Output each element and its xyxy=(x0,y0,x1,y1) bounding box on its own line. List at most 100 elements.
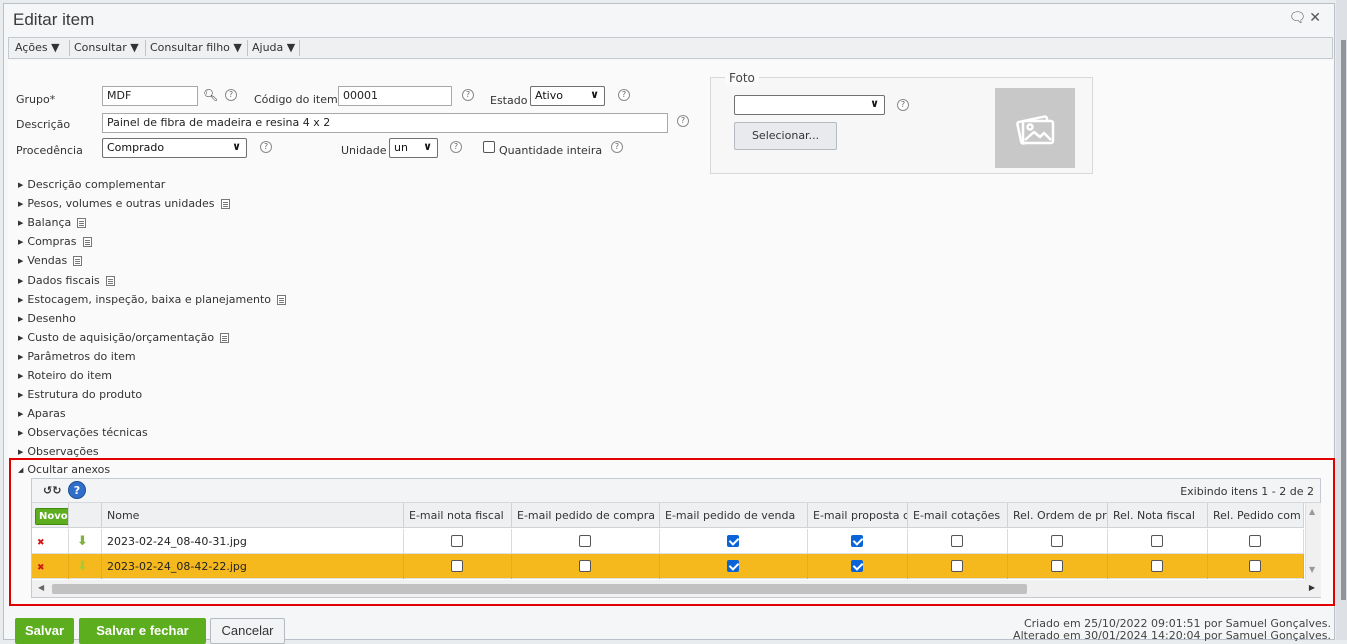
menu-consultar[interactable]: Consultar ▼ xyxy=(74,41,139,54)
menu-consultar-filho[interactable]: Consultar filho ▼ xyxy=(150,41,242,54)
salvar-fechar-button[interactable]: Salvar e fechar xyxy=(79,618,206,644)
document-icon[interactable] xyxy=(220,332,230,343)
help-icon[interactable]: ? xyxy=(260,141,272,153)
close-icon[interactable]: ✕ xyxy=(1309,10,1324,26)
foto-select[interactable]: ∨ xyxy=(734,95,885,115)
grid-horizontal-thumb[interactable] xyxy=(52,584,1027,594)
scroll-down-icon[interactable]: ▼ xyxy=(1309,565,1315,574)
section-toggle[interactable]: ▶ Observações xyxy=(18,445,99,458)
section-label: Estrutura do produto xyxy=(27,388,143,402)
row-checkbox[interactable] xyxy=(1051,560,1063,572)
download-arrow-icon[interactable]: ⬇ xyxy=(77,534,88,549)
help-icon[interactable]: ? xyxy=(897,99,909,111)
quantidade-inteira-checkbox[interactable] xyxy=(483,141,495,153)
section-toggle[interactable]: ▶ Compras xyxy=(18,235,92,248)
row-checkbox[interactable] xyxy=(951,535,963,547)
row-checkbox[interactable] xyxy=(951,560,963,572)
file-name-cell[interactable]: 2023-02-24_08-40-31.jpg xyxy=(102,529,404,554)
row-checkbox[interactable] xyxy=(451,560,463,572)
scroll-up-icon[interactable]: ▲ xyxy=(1309,507,1315,516)
section-toggle[interactable]: ▶ Vendas xyxy=(18,254,83,267)
section-toggle[interactable]: ▶ Pesos, volumes e outras unidades xyxy=(18,197,230,210)
triangle-right-icon: ▶ xyxy=(18,391,24,400)
codigo-input[interactable]: 00001 xyxy=(338,86,452,106)
section-toggle[interactable]: ▶ Estocagem, inspeção, baixa e planejamen… xyxy=(18,293,286,306)
section-toggle[interactable]: ▶ Roteiro do item xyxy=(18,369,112,382)
delete-icon[interactable]: ✖ xyxy=(37,538,45,548)
column-header[interactable]: E-mail nota fiscal xyxy=(404,503,512,528)
chat-icon[interactable]: 🗨︎ xyxy=(1288,10,1309,26)
document-icon[interactable] xyxy=(277,294,286,305)
section-toggle[interactable]: ▶ Custo de aquisição/orçamentação xyxy=(18,331,230,344)
help-icon[interactable]: ? xyxy=(618,89,630,101)
section-label: Desenho xyxy=(27,311,76,325)
section-toggle[interactable]: ▶ Desenho xyxy=(18,312,76,325)
row-checkbox[interactable] xyxy=(1249,535,1261,547)
image-placeholder-icon xyxy=(1016,115,1055,145)
column-header[interactable]: E-mail pedido de venda xyxy=(660,503,808,528)
row-checkbox[interactable] xyxy=(451,535,463,547)
download-arrow-icon[interactable]: ⬇ xyxy=(77,559,88,574)
cancelar-button[interactable]: Cancelar xyxy=(210,618,285,644)
section-toggle[interactable]: ▶ Descrição complementar xyxy=(18,178,165,191)
row-checkbox[interactable] xyxy=(851,535,863,547)
section-toggle[interactable]: ▶ Balança xyxy=(18,216,87,229)
help-icon[interactable]: ? xyxy=(462,89,474,101)
salvar-button[interactable]: Salvar xyxy=(15,618,74,644)
scroll-right-icon[interactable]: ▶ xyxy=(1309,583,1315,592)
row-checkbox[interactable] xyxy=(1151,560,1163,572)
column-header[interactable]: Nome xyxy=(102,503,404,528)
row-checkbox[interactable] xyxy=(1051,535,1063,547)
row-checkbox[interactable] xyxy=(579,535,591,547)
document-icon[interactable] xyxy=(77,218,87,229)
outer-scrollbar-thumb[interactable] xyxy=(1341,40,1346,600)
procedencia-select[interactable]: Comprado ∨ xyxy=(102,138,247,158)
grid-horizontal-scrollbar[interactable]: ◀ ▶ xyxy=(32,580,1321,597)
help-icon[interactable]: ? xyxy=(225,89,237,101)
section-toggle[interactable]: ▶ Aparas xyxy=(18,407,66,420)
file-name-cell[interactable]: 2023-02-24_08-42-22.jpg xyxy=(102,554,404,579)
descricao-input[interactable]: Painel de fibra de madeira e resina 4 x … xyxy=(102,113,668,133)
document-icon[interactable] xyxy=(73,256,83,267)
grid-help-icon[interactable]: ? xyxy=(68,481,86,499)
row-checkbox[interactable] xyxy=(1151,535,1163,547)
column-header[interactable]: Rel. Pedido com xyxy=(1208,503,1304,528)
unidade-select[interactable]: un ∨ xyxy=(389,138,438,158)
help-icon[interactable]: ? xyxy=(450,141,462,153)
row-checkbox[interactable] xyxy=(851,560,863,572)
search-icon[interactable]: 🔍︎ xyxy=(203,88,218,102)
help-icon[interactable]: ? xyxy=(677,115,689,127)
download-cell: ⬇ xyxy=(69,529,102,554)
column-header[interactable]: Rel. Nota fiscal xyxy=(1108,503,1208,528)
delete-icon[interactable]: ✖ xyxy=(37,563,45,573)
refresh-icon[interactable]: ↺↻ xyxy=(43,484,61,497)
table-row[interactable]: ✖ ⬇ 2023-02-24_08-42-22.jpg xyxy=(32,554,1304,579)
menu-acoes[interactable]: Ações ▼ xyxy=(15,41,60,54)
outer-scrollbar[interactable] xyxy=(1336,0,1347,640)
selecionar-button[interactable]: Selecionar... xyxy=(734,122,837,150)
section-toggle[interactable]: ▶ Estrutura do produto xyxy=(18,388,142,401)
table-row[interactable]: ✖ ⬇ 2023-02-24_08-40-31.jpg xyxy=(32,529,1304,554)
novo-button[interactable]: Novo xyxy=(35,508,68,525)
row-checkbox[interactable] xyxy=(727,560,739,572)
estado-select[interactable]: Ativo ∨ xyxy=(530,86,605,106)
grid-vertical-scrollbar[interactable]: ▲ ▼ xyxy=(1305,503,1321,580)
menu-ajuda[interactable]: Ajuda ▼ xyxy=(252,41,295,54)
row-checkbox[interactable] xyxy=(579,560,591,572)
document-icon[interactable] xyxy=(82,237,92,248)
section-toggle[interactable]: ▶ Dados fiscais xyxy=(18,274,115,287)
column-header[interactable]: Rel. Ordem de pr xyxy=(1008,503,1108,528)
section-toggle[interactable]: ▶ Parâmetros do item xyxy=(18,350,136,363)
column-header[interactable]: E-mail cotações xyxy=(908,503,1008,528)
grupo-input[interactable]: MDF xyxy=(102,86,198,106)
help-icon[interactable]: ? xyxy=(611,141,623,153)
section-toggle[interactable]: ▶ Observações técnicas xyxy=(18,426,148,439)
menu-consultar-filho-label: Consultar filho xyxy=(150,41,230,54)
scroll-left-icon[interactable]: ◀ xyxy=(38,583,44,592)
document-icon[interactable] xyxy=(220,199,230,210)
document-icon[interactable] xyxy=(105,275,115,286)
row-checkbox[interactable] xyxy=(727,535,739,547)
row-checkbox[interactable] xyxy=(1249,560,1261,572)
column-header[interactable]: E-mail pedido de compra xyxy=(512,503,660,528)
column-header[interactable]: E-mail proposta c xyxy=(808,503,908,528)
